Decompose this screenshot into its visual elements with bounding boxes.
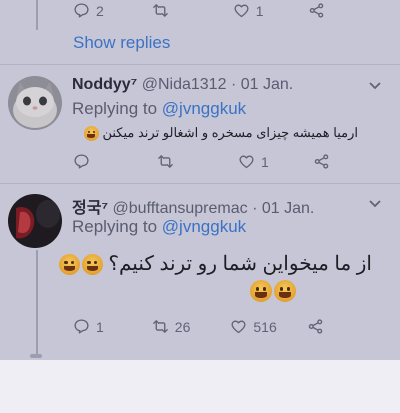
- share-button[interactable]: [313, 153, 330, 170]
- like-button[interactable]: 516: [230, 318, 277, 335]
- retweet-button[interactable]: 26: [152, 318, 191, 335]
- like-button[interactable]: 1: [238, 153, 269, 170]
- reply-count: 1: [96, 318, 104, 335]
- share-icon: [308, 2, 325, 19]
- chevron-down-icon[interactable]: [368, 81, 382, 91]
- divider: [0, 64, 400, 65]
- reply-button[interactable]: 2: [73, 2, 104, 19]
- timeline: 2 1 Show replies Noddyy⁷ @Nida1312 · 01 …: [0, 0, 400, 360]
- handle[interactable]: @Nida1312: [142, 76, 227, 93]
- reply-icon: [73, 318, 90, 335]
- retweet-icon: [152, 318, 169, 335]
- tweet-text-content: از ما میخواین شما رو ترند کنیم؟: [108, 253, 372, 275]
- retweet-icon: [157, 153, 174, 170]
- retweet-count: 26: [174, 318, 191, 335]
- thread-end-dot: [30, 354, 42, 358]
- show-replies-link[interactable]: Show replies: [73, 33, 170, 53]
- share-button[interactable]: [307, 318, 324, 335]
- share-button[interactable]: [308, 2, 325, 19]
- separator: ·: [252, 200, 258, 217]
- avatar[interactable]: [8, 76, 62, 130]
- replying-prefix: Replying to: [72, 217, 158, 236]
- reply-button[interactable]: 1: [73, 318, 104, 335]
- share-icon: [313, 153, 330, 170]
- tweet-text: از ما میخواین شما رو ترند کنیم؟: [58, 251, 372, 276]
- display-name[interactable]: 정국⁷: [72, 200, 108, 217]
- laughing-emoji: [274, 280, 296, 302]
- tweet-actions: 1: [73, 153, 330, 170]
- retweet-button[interactable]: [152, 2, 169, 19]
- tweet-actions: 1 26 516: [73, 318, 324, 335]
- grimace-emoji: [58, 254, 80, 276]
- like-button[interactable]: 1: [233, 2, 264, 19]
- tweet-header: Noddyy⁷ @Nida1312 · 01 Jan.: [72, 76, 293, 94]
- like-count: 1: [255, 2, 264, 19]
- like-icon: [230, 318, 247, 335]
- replying-to: Replying to @jvnggkuk: [72, 217, 246, 237]
- display-name[interactable]: Noddyy⁷: [72, 76, 137, 93]
- chevron-down-icon[interactable]: [368, 199, 382, 209]
- share-icon: [307, 318, 324, 335]
- tweet-header: 정국⁷ @bufftansupremac · 01 Jan.: [72, 194, 314, 218]
- laughing-emoji: [250, 280, 272, 302]
- tweet-text-content: ارمیا همیشه چیزای مسخره و اشغالو ترند می…: [102, 125, 358, 140]
- mention-link[interactable]: @jvnggkuk: [162, 99, 246, 118]
- timestamp[interactable]: 01 Jan.: [241, 76, 293, 93]
- like-count: 1: [261, 153, 269, 170]
- avatar[interactable]: [8, 194, 62, 248]
- reply-count: 2: [96, 2, 104, 19]
- reply-icon: [73, 153, 90, 170]
- retweet-icon: [152, 2, 169, 19]
- handle[interactable]: @bufftansupremac: [113, 200, 248, 217]
- tweet-actions: 2 1: [73, 2, 325, 19]
- replying-prefix: Replying to: [72, 99, 158, 118]
- like-icon: [233, 2, 250, 19]
- tweet-text: ارمیا همیشه چیزای مسخره و اشغالو ترند می…: [83, 125, 358, 142]
- mention-link[interactable]: @jvnggkuk: [162, 217, 246, 236]
- timestamp[interactable]: 01 Jan.: [262, 200, 314, 217]
- replying-to: Replying to @jvnggkuk: [72, 99, 246, 119]
- divider: [0, 183, 400, 184]
- like-count: 516: [253, 318, 277, 335]
- like-icon: [238, 153, 255, 170]
- reply-icon: [73, 2, 90, 19]
- emoji-row: [250, 280, 296, 302]
- reply-button[interactable]: [73, 153, 90, 170]
- grimace-emoji: [83, 126, 99, 142]
- retweet-button[interactable]: [157, 153, 174, 170]
- separator: ·: [230, 76, 237, 93]
- thread-line: [36, 250, 38, 354]
- thread-line: [36, 0, 38, 30]
- grimace-emoji: [81, 254, 103, 276]
